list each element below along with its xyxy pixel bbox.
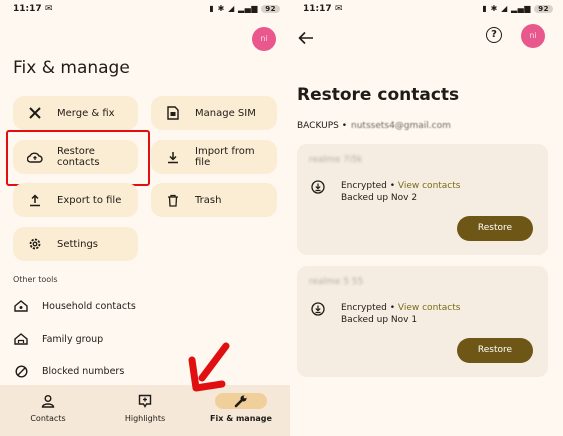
- person-icon: [8, 393, 88, 409]
- backup-card: realme 7i5k Encrypted • View contacts Ba…: [297, 144, 548, 255]
- bottom-navigation: Contacts Highlights Fix & manage: [0, 385, 290, 436]
- wrench-icon: [215, 393, 267, 409]
- sim-icon: [165, 106, 181, 120]
- highlights-icon: [105, 393, 185, 409]
- gear-icon: [27, 237, 43, 251]
- nav-fix-manage[interactable]: Fix & manage: [201, 393, 281, 423]
- tools-icon: [27, 106, 43, 120]
- encrypted-label: Encrypted: [341, 181, 387, 191]
- nav-contacts[interactable]: Contacts: [8, 393, 88, 423]
- home-icon: [13, 300, 29, 312]
- battery-icon: 92: [261, 5, 280, 13]
- fix-manage-screen: 11:17 ✉ ▮ ✱ ◢ ▂▄▆ 92 ni Fix & manage Mer…: [0, 0, 290, 436]
- tile-label: Import from file: [195, 146, 255, 168]
- family-icon: [13, 333, 29, 345]
- tile-label: Export to file: [57, 194, 122, 206]
- help-icon[interactable]: ?: [486, 27, 502, 43]
- tile-label: Merge & fix: [57, 107, 115, 119]
- mail-icon: ✉: [45, 4, 53, 14]
- encrypted-label: Encrypted: [341, 303, 387, 313]
- tool-label: Blocked numbers: [42, 365, 125, 377]
- restore-button[interactable]: Restore: [457, 216, 533, 241]
- restore-button[interactable]: Restore: [457, 338, 533, 363]
- nav-label: Fix & manage: [210, 414, 272, 423]
- family-group-item[interactable]: Family group: [13, 331, 103, 347]
- highlight-box: [6, 130, 150, 186]
- nav-highlights[interactable]: Highlights: [105, 393, 185, 423]
- trash-button[interactable]: Trash: [151, 183, 277, 217]
- blocked-numbers-item[interactable]: Blocked numbers: [13, 363, 124, 379]
- view-contacts-link[interactable]: View contacts: [398, 303, 461, 313]
- download-icon: [165, 151, 181, 164]
- battery-icon: 92: [534, 5, 553, 13]
- upload-icon: [27, 193, 43, 207]
- backup-date: Backed up Nov 2: [341, 193, 418, 203]
- household-contacts-item[interactable]: Household contacts: [13, 298, 136, 314]
- restore-contacts-screen: 11:17 ✉ ▮ ✱ ◢ ▂▄▆ 92 ? ni Restore contac…: [290, 0, 563, 436]
- tile-label: Settings: [57, 238, 99, 250]
- status-bar: 11:17 ✉ ▮ ✱ ◢ ▂▄▆ 92: [290, 4, 563, 18]
- device-name: realme 5 55: [309, 277, 364, 287]
- status-time: 11:17: [13, 4, 42, 14]
- tool-label: Family group: [42, 333, 104, 345]
- backup-status: Encrypted • View contacts: [341, 303, 461, 313]
- status-time: 11:17: [303, 4, 332, 14]
- backup-date: Backed up Nov 1: [341, 315, 418, 325]
- backup-card: realme 5 55 Encrypted • View contacts Ba…: [297, 266, 548, 377]
- page-title: Fix & manage: [13, 58, 130, 78]
- system-icons: ▮ ✱ ◢ ▂▄▆ 92: [209, 4, 280, 13]
- backup-status: Encrypted • View contacts: [341, 181, 461, 191]
- view-contacts-link[interactable]: View contacts: [398, 181, 461, 191]
- avatar[interactable]: ni: [521, 24, 545, 48]
- block-icon: [13, 364, 29, 378]
- backups-header: BACKUPS • nutssets4@gmail.com: [297, 121, 451, 131]
- tile-label: Manage SIM: [195, 107, 256, 119]
- mail-icon: ✉: [335, 4, 343, 14]
- red-arrow-annotation: [188, 342, 230, 392]
- device-name: realme 7i5k: [309, 155, 363, 165]
- tile-label: Trash: [195, 194, 222, 206]
- settings-button[interactable]: Settings: [13, 227, 138, 261]
- import-from-file-button[interactable]: Import from file: [151, 140, 277, 174]
- other-tools-heading: Other tools: [13, 275, 58, 284]
- nav-label: Contacts: [30, 414, 66, 423]
- trash-icon: [165, 194, 181, 207]
- encrypted-download-icon: [311, 179, 325, 198]
- system-icons: ▮ ✱ ◢ ▂▄▆ 92: [482, 4, 553, 13]
- backups-label: BACKUPS •: [297, 121, 348, 131]
- merge-fix-button[interactable]: Merge & fix: [13, 96, 138, 130]
- export-to-file-button[interactable]: Export to file: [13, 183, 138, 217]
- back-arrow-icon[interactable]: [298, 30, 314, 49]
- avatar[interactable]: ni: [252, 27, 276, 51]
- status-bar: 11:17 ✉ ▮ ✱ ◢ ▂▄▆ 92: [0, 4, 290, 18]
- account-email: nutssets4@gmail.com: [351, 121, 451, 131]
- encrypted-download-icon: [311, 301, 325, 320]
- nav-label: Highlights: [124, 414, 166, 423]
- page-title: Restore contacts: [297, 85, 460, 105]
- tool-label: Household contacts: [42, 300, 136, 312]
- manage-sim-button[interactable]: Manage SIM: [151, 96, 277, 130]
